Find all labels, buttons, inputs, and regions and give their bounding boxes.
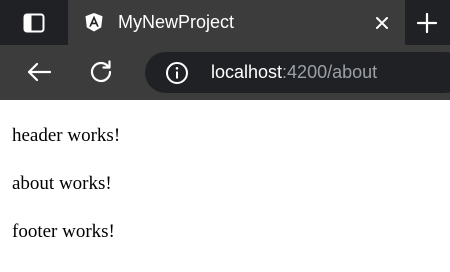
- tab-close-button[interactable]: [370, 11, 394, 35]
- angular-logo-icon: [85, 13, 103, 32]
- reload-icon: [90, 60, 112, 83]
- url-path: :4200/about: [282, 62, 378, 82]
- arrow-left-icon: [27, 62, 52, 82]
- info-icon[interactable]: [165, 61, 189, 85]
- browser-tab[interactable]: MyNewProject: [68, 0, 405, 45]
- about-text: about works!: [12, 173, 112, 194]
- browser-toolbar: localhost:4200/about: [0, 45, 450, 100]
- tab-strip: MyNewProject: [0, 0, 450, 45]
- tab-actions-icon: [23, 13, 45, 32]
- footer-text: footer works!: [12, 221, 115, 242]
- url-host: localhost: [211, 62, 283, 82]
- close-icon: [376, 17, 388, 29]
- page-content: header works! about works! footer works!: [0, 100, 450, 272]
- url-text[interactable]: localhost:4200/about: [211, 52, 377, 93]
- address-bar[interactable]: localhost:4200/about: [145, 52, 450, 93]
- header-text: header works!: [12, 125, 121, 146]
- reload-button[interactable]: [86, 57, 116, 87]
- tab-actions-button[interactable]: [0, 0, 68, 45]
- new-tab-button[interactable]: [412, 8, 442, 38]
- back-button[interactable]: [24, 57, 54, 87]
- tab-title: MyNewProject: [118, 12, 235, 32]
- plus-icon: [416, 12, 438, 34]
